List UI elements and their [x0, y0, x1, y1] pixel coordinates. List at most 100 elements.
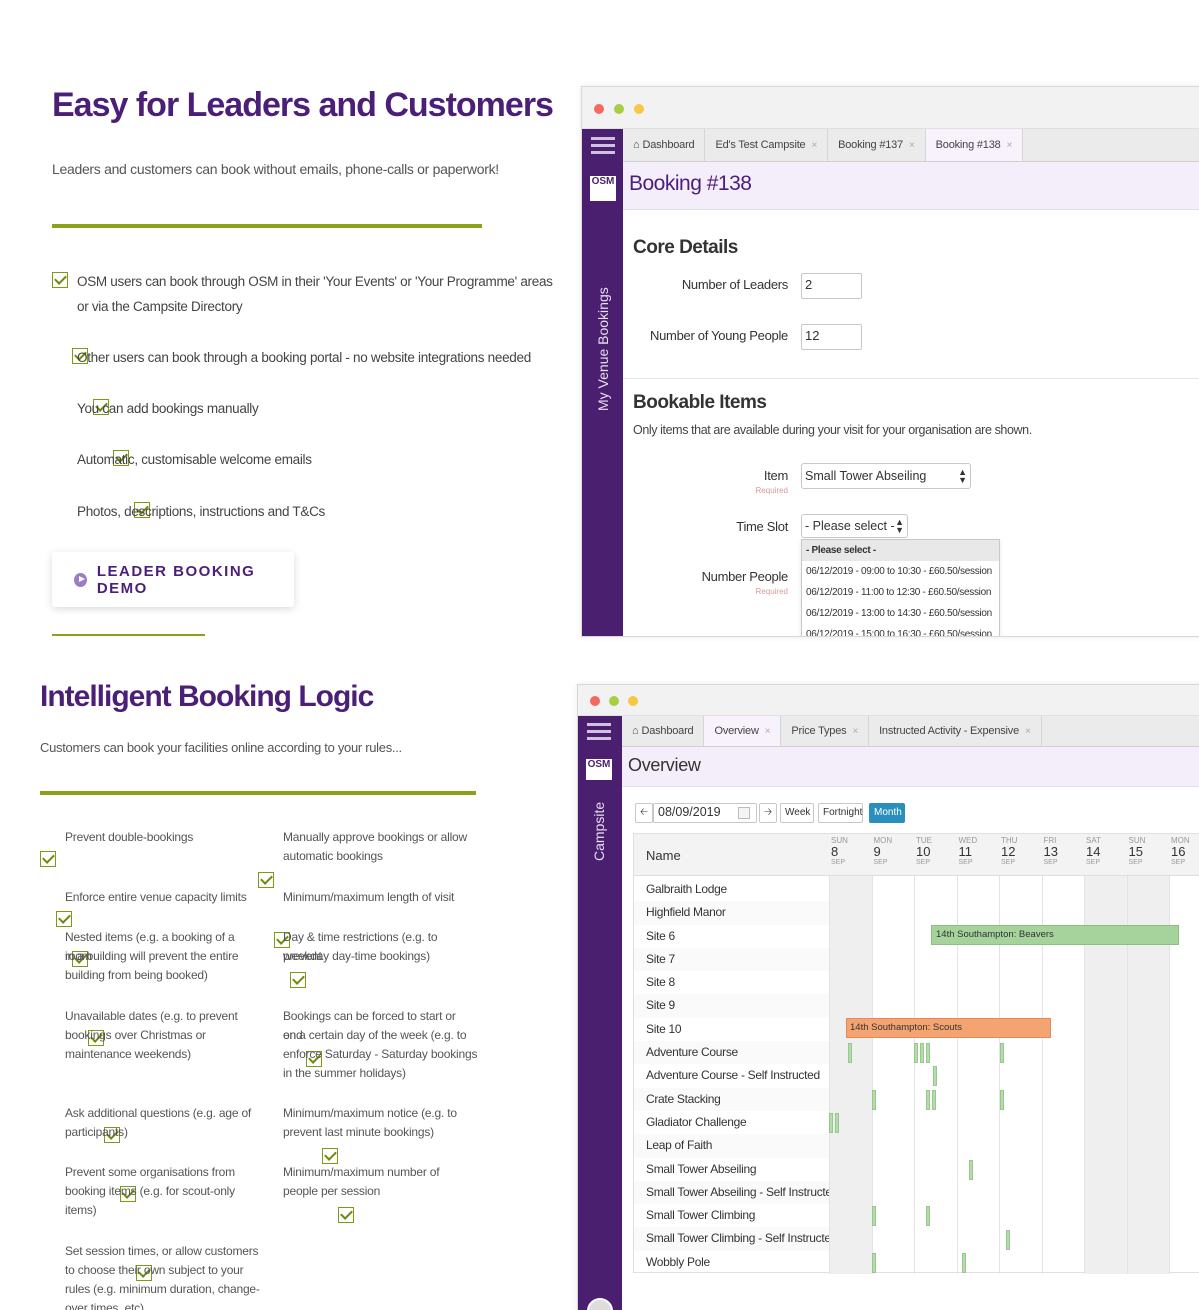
bookable-items-title: Bookable Items: [633, 392, 767, 413]
session-marker[interactable]: [920, 1043, 924, 1064]
minimize-dot-icon[interactable]: [614, 104, 624, 114]
session-marker[interactable]: [1000, 1089, 1004, 1110]
maximize-dot-icon[interactable]: [628, 696, 638, 706]
page-title: Booking #138: [629, 172, 752, 195]
leader-booking-demo-button[interactable]: LEADER BOOKING DEMO: [52, 552, 294, 607]
booking-bar-beavers[interactable]: 14th Southampton: Beavers: [931, 925, 1179, 945]
booking-window: OSM My Venue Bookings ⌂ Dashboard Ed's Te…: [581, 86, 1199, 637]
core-details-title: Core Details: [633, 237, 738, 258]
feature-text: You can add bookings manually: [77, 401, 259, 416]
dropdown-option[interactable]: 06/12/2019 - 13:00 to 14:30 - £60.50/ses…: [802, 603, 999, 624]
resource-row-name[interactable]: Crate Stacking: [634, 1087, 829, 1111]
sidebar-label: Campsite: [591, 801, 607, 861]
resource-row-name[interactable]: Site 7: [634, 947, 829, 972]
resource-row-name[interactable]: Site 9: [634, 994, 829, 1018]
menu-icon[interactable]: [591, 133, 615, 158]
session-marker[interactable]: [835, 1113, 839, 1133]
divider: [52, 224, 482, 228]
divider: [623, 378, 1199, 379]
checkbox-icon: [40, 851, 56, 867]
close-tab-icon[interactable]: ×: [765, 726, 771, 737]
close-dot-icon[interactable]: [590, 696, 600, 706]
time-slot-select[interactable]: - Please select - ▲ ▼: [801, 514, 908, 538]
leaders-input[interactable]: 2: [801, 273, 862, 299]
session-marker[interactable]: [914, 1043, 918, 1064]
session-marker[interactable]: [969, 1159, 973, 1180]
dropdown-option[interactable]: 06/12/2019 - 15:00 to 16:30 - £60.50/ses…: [802, 624, 999, 636]
resource-row-name[interactable]: Site 10: [634, 1018, 829, 1041]
session-marker[interactable]: [872, 1252, 876, 1273]
dropdown-option[interactable]: - Please select -: [802, 540, 999, 561]
resource-row-name[interactable]: Adventure Course - Self Instructed: [634, 1064, 829, 1087]
session-marker[interactable]: [872, 1089, 876, 1110]
session-marker[interactable]: [829, 1113, 833, 1133]
page-header: Booking #138: [623, 162, 1199, 210]
tab-price-types[interactable]: Price Types ×: [781, 716, 870, 746]
resource-row-name[interactable]: Gladiator Challenge: [634, 1111, 829, 1134]
maximize-dot-icon[interactable]: [634, 104, 644, 114]
resource-row-name[interactable]: Highfield Manor: [634, 901, 829, 925]
close-tab-icon[interactable]: ×: [811, 140, 817, 151]
session-marker[interactable]: [1006, 1229, 1010, 1250]
menu-icon[interactable]: [587, 719, 611, 744]
close-dot-icon[interactable]: [594, 104, 604, 114]
session-marker[interactable]: [932, 1089, 936, 1110]
feature-text: Automatic, customisable welcome emails: [77, 452, 312, 467]
tab-dashboard[interactable]: ⌂ Dashboard: [623, 129, 706, 161]
session-marker[interactable]: [926, 1206, 930, 1227]
day-number: 9: [873, 844, 881, 859]
session-marker[interactable]: [872, 1206, 876, 1227]
next-date-button[interactable]: 🡢: [759, 803, 777, 823]
resource-row-name[interactable]: Wobbly Pole: [634, 1251, 829, 1274]
avatar[interactable]: [587, 1298, 613, 1310]
month-button[interactable]: Month: [869, 803, 905, 823]
section1-title: Easy for Leaders and Customers: [52, 86, 554, 124]
day-month: SEP: [831, 859, 846, 866]
close-tab-icon[interactable]: ×: [909, 140, 915, 151]
close-tab-icon[interactable]: ×: [852, 726, 858, 737]
week-button[interactable]: Week: [780, 803, 814, 823]
feature-text: Prevent some organisations from: [65, 1165, 235, 1179]
resource-row-name[interactable]: Small Tower Climbing: [634, 1204, 829, 1227]
tab-booking-137[interactable]: Booking #137 ×: [828, 129, 926, 161]
tab-campsite[interactable]: Ed's Test Campsite ×: [705, 129, 829, 161]
prev-date-button[interactable]: 🡠: [635, 803, 653, 823]
tab-overview[interactable]: Overview ×: [704, 716, 782, 746]
day-number: 11: [958, 844, 973, 859]
young-people-input[interactable]: 12: [801, 324, 862, 350]
item-select[interactable]: Small Tower Abseiling ▲ ▼: [801, 463, 971, 489]
tab-instructed-activity[interactable]: Instructed Activity - Expensive ×: [869, 716, 1042, 746]
resource-row-name[interactable]: Site 8: [634, 971, 829, 994]
day-number: 16: [1171, 844, 1186, 859]
booking-bar-scouts[interactable]: 14th Southampton: Scouts: [846, 1018, 1051, 1038]
item-label: Item: [763, 468, 788, 483]
resource-row-name[interactable]: Galbraith Lodge: [634, 878, 829, 901]
session-marker[interactable]: [962, 1252, 966, 1273]
close-tab-icon[interactable]: ×: [1007, 140, 1013, 151]
overview-window: OSM Campsite ⌂ Dashboard Overview × Price …: [577, 684, 1199, 1310]
session-marker[interactable]: [933, 1066, 937, 1087]
dropdown-option[interactable]: 06/12/2019 - 11:00 to 12:30 - £60.50/ses…: [802, 582, 999, 603]
day-header: THU 12 SEP: [1001, 836, 1017, 866]
close-tab-icon[interactable]: ×: [1025, 726, 1031, 737]
session-marker[interactable]: [848, 1043, 852, 1064]
day-header: WED 11 SEP: [959, 836, 978, 866]
tab-dashboard[interactable]: ⌂ Dashboard: [622, 716, 705, 746]
resource-row-name[interactable]: Small Tower Abseiling: [634, 1158, 829, 1181]
feature-text: people per session: [283, 1184, 381, 1198]
home-icon: ⌂: [632, 725, 639, 737]
fortnight-button[interactable]: Fortnight: [818, 803, 863, 823]
session-marker[interactable]: [926, 1089, 930, 1110]
resource-row-name[interactable]: Leap of Faith: [634, 1134, 829, 1158]
calendar-icon[interactable]: [738, 807, 750, 819]
resource-row-name[interactable]: Adventure Course: [634, 1041, 829, 1065]
session-marker[interactable]: [1000, 1043, 1004, 1064]
dropdown-option[interactable]: 06/12/2019 - 09:00 to 10:30 - £60.50/ses…: [802, 561, 999, 582]
tab-booking-138[interactable]: Booking #138 ×: [925, 129, 1024, 161]
osm-logo: OSM: [586, 756, 612, 780]
resource-row-name[interactable]: Site 6: [634, 925, 829, 948]
session-marker[interactable]: [926, 1043, 930, 1064]
resource-row-name[interactable]: Small Tower Abseiling - Self Instructed: [634, 1180, 829, 1205]
minimize-dot-icon[interactable]: [609, 696, 619, 706]
resource-row-name[interactable]: Small Tower Climbing - Self Instructed: [634, 1227, 829, 1251]
